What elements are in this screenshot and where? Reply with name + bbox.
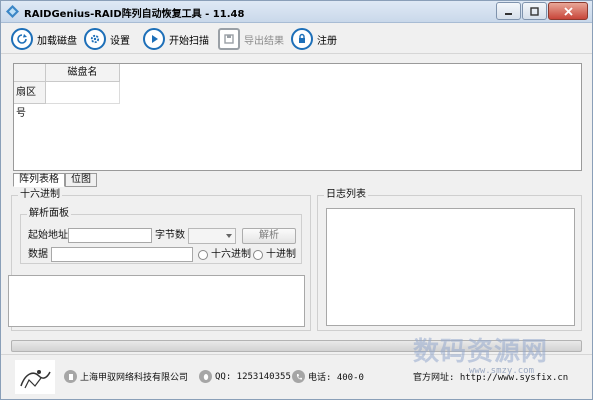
play-icon bbox=[143, 28, 165, 50]
footer-company: 上海甲驭网络科技有限公司 bbox=[64, 370, 188, 383]
lock-icon bbox=[291, 28, 313, 50]
footer-phone: 电话: 400-0 bbox=[292, 370, 364, 383]
minimize-button[interactable] bbox=[496, 2, 521, 20]
qq-icon bbox=[199, 370, 212, 383]
data-label: 数据 bbox=[28, 249, 48, 260]
radio-dec[interactable] bbox=[253, 250, 263, 260]
close-icon bbox=[563, 6, 573, 16]
parse-button[interactable]: 解析 bbox=[242, 228, 296, 244]
app-icon bbox=[6, 5, 19, 18]
company-logo bbox=[15, 360, 55, 394]
start-scan-button[interactable]: 开始扫描 bbox=[143, 27, 209, 51]
phone-icon bbox=[292, 370, 305, 383]
load-disk-label: 加载磁盘 bbox=[37, 35, 77, 47]
tab-bitmap[interactable]: 位图 bbox=[65, 173, 97, 187]
settings-button[interactable]: 设置 bbox=[84, 27, 130, 51]
maximize-button[interactable] bbox=[522, 2, 547, 20]
window-controls bbox=[495, 2, 588, 20]
minimize-icon bbox=[505, 12, 512, 15]
company-name: 上海甲驭网络科技有限公司 bbox=[80, 373, 189, 383]
watermark-url: www.smzy.com bbox=[469, 366, 535, 376]
byte-count-select[interactable] bbox=[188, 228, 236, 244]
hex-output-area[interactable] bbox=[8, 275, 305, 327]
radio-hex-label: 十六进制 bbox=[211, 249, 251, 260]
array-grid[interactable]: 磁盘名 扇区号 bbox=[13, 63, 582, 171]
title-bar: RAIDGenius-RAID阵列自动恢复工具 - 11.48 bbox=[1, 1, 592, 23]
hex-panel-title: 十六进制 bbox=[18, 189, 62, 201]
start-address-input[interactable] bbox=[68, 228, 152, 243]
export-results-button[interactable]: 导出结果 bbox=[218, 27, 284, 51]
grid-row-header: 扇区号 bbox=[14, 82, 46, 119]
settings-label: 设置 bbox=[110, 35, 130, 47]
data-input[interactable] bbox=[51, 247, 193, 262]
toolbar: 加载磁盘 设置 开始扫描 导出结果 注册 bbox=[1, 24, 592, 54]
start-address-label: 起始地址 bbox=[28, 230, 68, 241]
log-list[interactable] bbox=[326, 208, 575, 326]
grid-corner-cell bbox=[14, 64, 46, 82]
log-panel-title: 日志列表 bbox=[324, 189, 368, 201]
start-scan-label: 开始扫描 bbox=[169, 35, 209, 47]
hex-panel: 十六进制 解析面板 起始地址 字节数 解析 数据 十六进制 十进制 bbox=[8, 189, 311, 331]
window-title: RAIDGenius-RAID阵列自动恢复工具 - 11.48 bbox=[24, 9, 245, 20]
qq-number: QQ: 1253140355 bbox=[215, 371, 291, 382]
radio-hex[interactable] bbox=[198, 250, 208, 260]
watermark-text: 数码资源网 bbox=[413, 337, 549, 367]
register-label: 注册 bbox=[317, 35, 337, 47]
close-button[interactable] bbox=[548, 2, 588, 20]
view-tabs: 阵列表格 位图 bbox=[13, 173, 97, 187]
export-results-label: 导出结果 bbox=[244, 35, 284, 47]
grid-column-header: 磁盘名 bbox=[46, 64, 120, 82]
register-button[interactable]: 注册 bbox=[291, 27, 337, 51]
tab-array-table[interactable]: 阵列表格 bbox=[13, 173, 65, 187]
grid-cell[interactable] bbox=[46, 82, 120, 104]
load-disk-button[interactable]: 加载磁盘 bbox=[11, 27, 77, 51]
footer-qq: QQ: 1253140355 bbox=[199, 370, 291, 383]
log-panel: 日志列表 bbox=[317, 189, 582, 331]
chevron-down-icon bbox=[226, 234, 232, 238]
save-icon bbox=[218, 28, 240, 50]
byte-count-label: 字节数 bbox=[155, 230, 185, 241]
radio-dec-label: 十进制 bbox=[266, 249, 296, 260]
maximize-icon bbox=[530, 6, 539, 16]
phone-number: 电话: 400-0 bbox=[308, 373, 364, 383]
app-window: RAIDGenius-RAID阵列自动恢复工具 - 11.48 加载磁盘 设置 … bbox=[0, 0, 593, 400]
building-icon bbox=[64, 370, 77, 383]
gear-icon bbox=[84, 28, 106, 50]
load-disk-icon bbox=[11, 28, 33, 50]
parse-panel-title: 解析面板 bbox=[27, 208, 71, 220]
